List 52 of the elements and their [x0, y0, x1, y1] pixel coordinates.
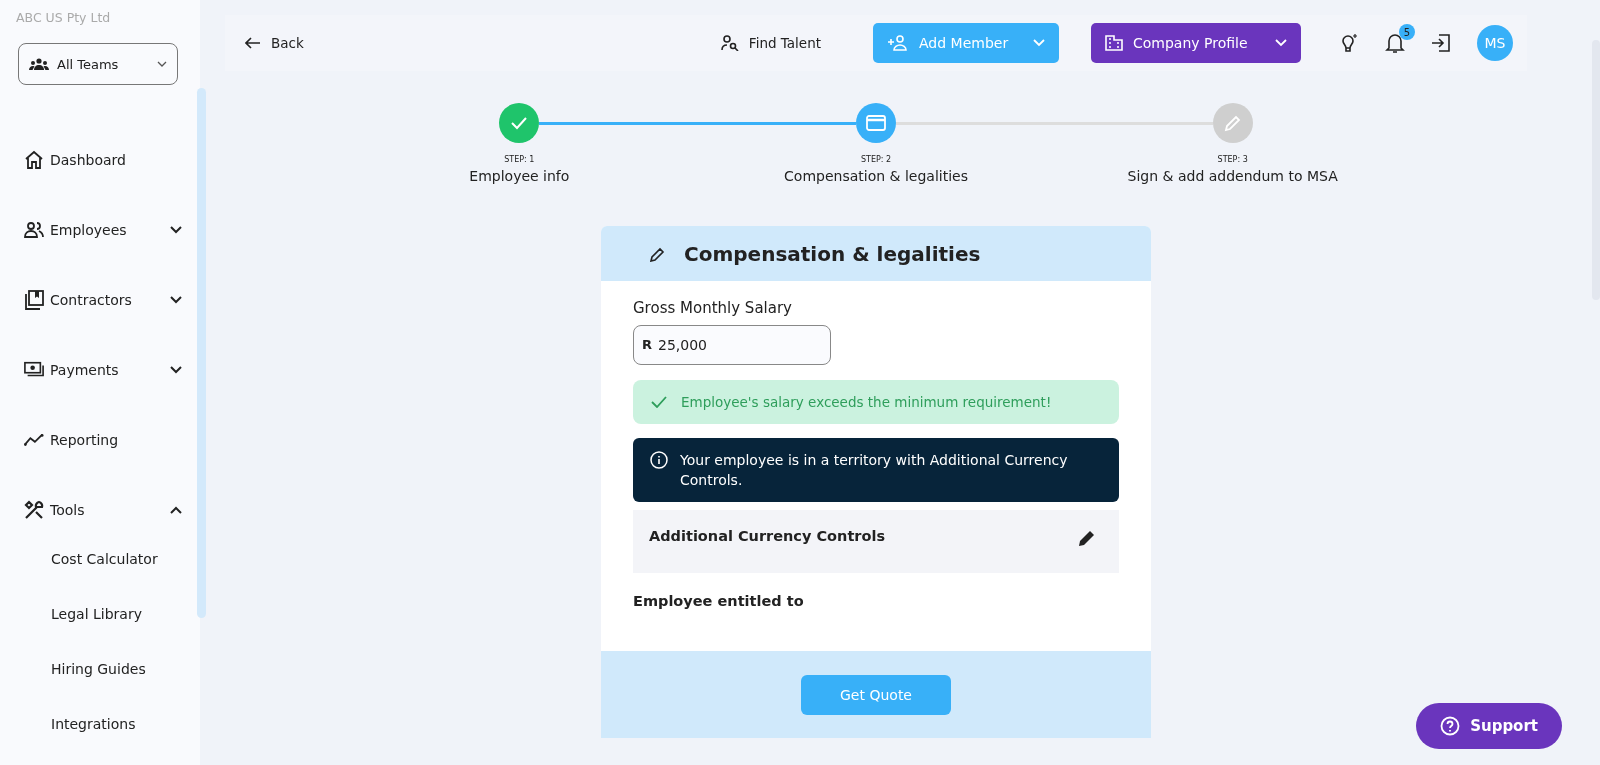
scrollbar[interactable] — [197, 88, 206, 618]
step-label: Compensation & legalities — [784, 168, 968, 184]
notification-count: 5 — [1399, 24, 1415, 40]
nav-subitem[interactable]: Cost Calculator — [18, 551, 200, 571]
nav-item[interactable]: Employees — [18, 215, 182, 245]
company-profile-button[interactable]: Company Profile — [1091, 23, 1301, 63]
logout-icon[interactable] — [1431, 33, 1451, 53]
step-label: Sign & add addendum to MSA — [1127, 168, 1338, 184]
trend-line-icon — [24, 433, 44, 447]
nav-item[interactable]: Reporting — [18, 425, 182, 455]
support-button[interactable]: Support — [1416, 703, 1562, 749]
nav-item[interactable]: Payments — [18, 355, 182, 385]
section-heading: Employee entitled to — [633, 593, 805, 609]
nav-item[interactable]: Contractors — [18, 285, 182, 315]
back-button[interactable]: Back — [239, 34, 310, 52]
step-label: Employee info — [469, 168, 570, 184]
step-number: STEP: 1 — [504, 155, 535, 164]
chevron-down-icon — [157, 61, 167, 67]
section-title: Additional Currency Controls — [649, 528, 886, 544]
company-name: ABC US Pty Ltd — [16, 9, 112, 25]
bell-icon[interactable] — [1385, 32, 1405, 54]
person-search-icon — [720, 35, 739, 51]
step-number: STEP: 2 — [860, 155, 892, 164]
team-select[interactable]: All Teams — [18, 43, 178, 85]
people-icon — [24, 220, 44, 240]
nav-subitem[interactable]: Hiring Guides — [18, 661, 200, 681]
person-add-icon — [887, 35, 909, 51]
step-number: STEP: 3 — [1217, 155, 1248, 164]
arrow-left-icon — [245, 37, 261, 49]
home-icon — [24, 150, 44, 170]
pencil-icon[interactable] — [1077, 528, 1097, 548]
alert-text: Your employee is in a territory with Additional Currency Controls. — [680, 451, 1069, 490]
checkmark-icon — [651, 396, 667, 408]
info-icon — [650, 451, 668, 469]
chevron-down-icon — [1275, 39, 1287, 47]
field-label: Gross Monthly Salary — [633, 299, 793, 317]
pencil-icon — [650, 245, 666, 262]
currency-prefix: R — [642, 337, 652, 352]
cash-icon — [24, 361, 44, 379]
chevron-down-icon — [1033, 39, 1045, 47]
help-icon — [1440, 716, 1461, 736]
book-icon — [24, 290, 44, 310]
tools-icon — [24, 500, 44, 520]
card-title: Compensation & legalities — [684, 241, 981, 266]
nav-item[interactable]: Tools — [18, 495, 182, 525]
group-icon — [29, 57, 49, 71]
nav-item[interactable]: Dashboard — [18, 145, 182, 175]
alert-text: Employee's salary exceeds the minimum requirement! — [681, 394, 1052, 410]
building-icon — [1105, 35, 1123, 51]
nav-subitem[interactable]: Legal Library — [18, 606, 200, 626]
find-talent-button[interactable]: Find Talent — [714, 34, 827, 52]
nav-subitem[interactable]: Integrations — [18, 716, 200, 736]
